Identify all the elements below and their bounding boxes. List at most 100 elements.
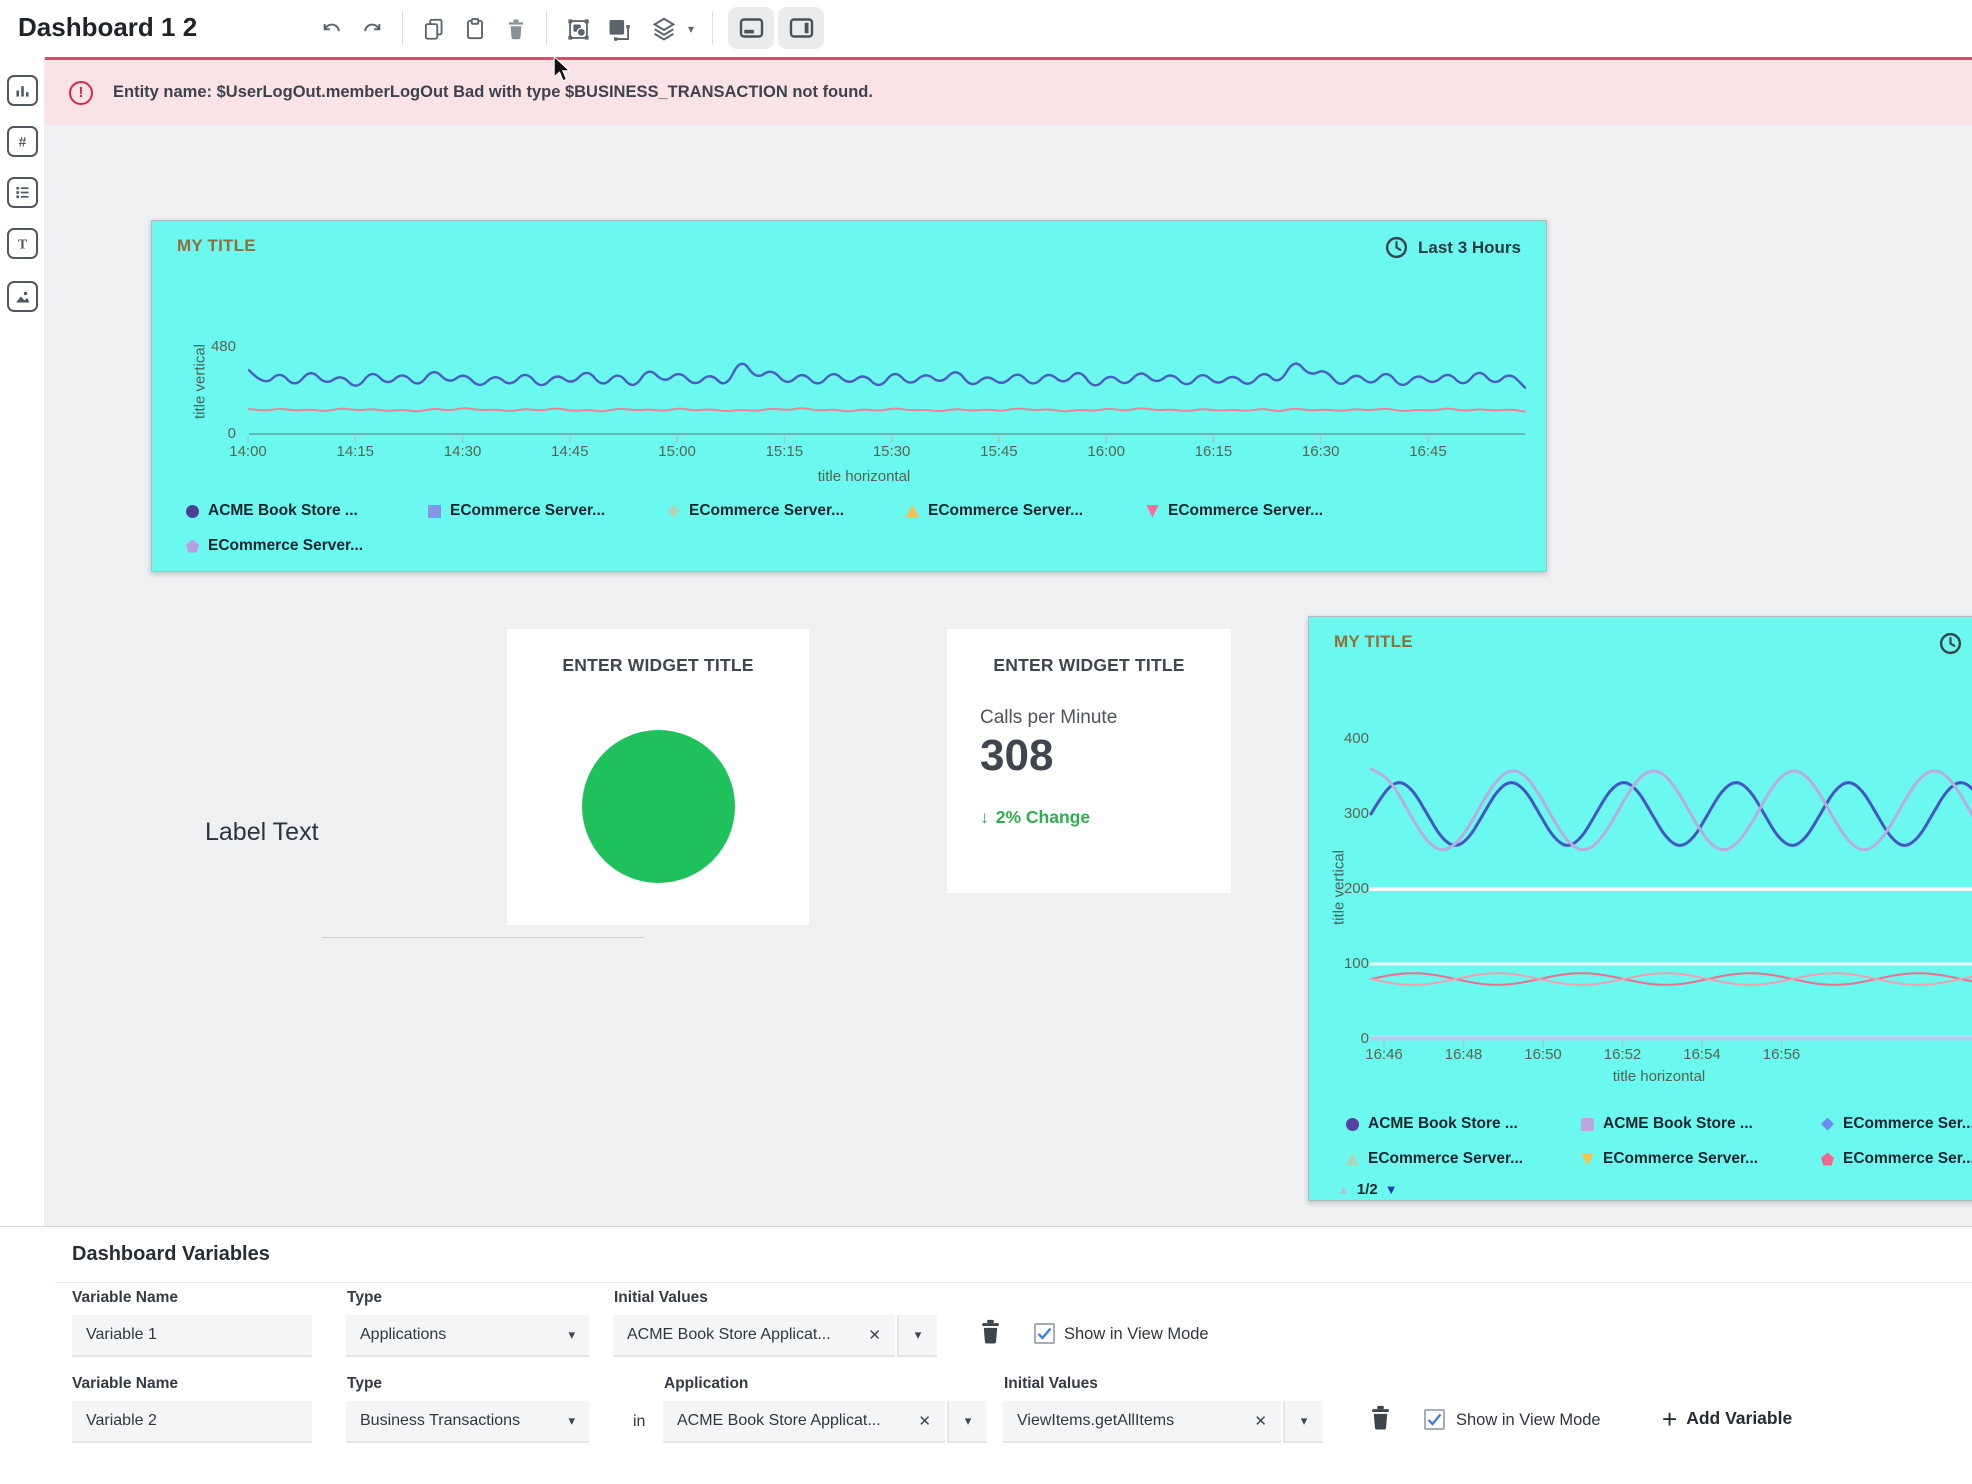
widget-boundary-line — [322, 937, 644, 938]
ungroup-button[interactable] — [602, 13, 634, 45]
metric-label: Calls per Minute — [980, 707, 1117, 729]
legend-item[interactable]: ECommerce Server... — [186, 537, 363, 555]
delete-variable-button[interactable] — [977, 1317, 1005, 1347]
legend-item[interactable]: ECommerce Ser... — [1821, 1115, 1972, 1133]
legend-label: ECommerce Ser... — [1843, 1150, 1972, 1168]
x-tick-label: 15:00 — [658, 443, 696, 460]
legend-item[interactable]: ACME Book Store ... — [1346, 1115, 1518, 1133]
add-chart-widget-button[interactable] — [7, 75, 38, 106]
group-button[interactable] — [562, 13, 594, 45]
undo-button[interactable] — [316, 13, 348, 45]
timeseries-chart — [152, 221, 1548, 573]
legend-item[interactable]: ECommerce Server... — [428, 502, 605, 520]
health-status-circle — [582, 730, 735, 883]
x-tick-label: 16:45 — [1409, 443, 1447, 460]
layers-menu-caret[interactable]: ▾ — [682, 13, 700, 45]
metric-value: 308 — [980, 731, 1053, 781]
show-in-view-mode-label: Show in View Mode — [1064, 1325, 1209, 1344]
mouse-cursor — [550, 56, 574, 82]
dashboard-variables-panel: Dashboard Variables Variable Name Variab… — [0, 1226, 1972, 1484]
label-widget[interactable]: Label Text — [205, 818, 319, 847]
bottom-panel-icon — [737, 15, 766, 41]
add-list-widget-button[interactable] — [7, 177, 38, 208]
y-tick-label: 200 — [1313, 880, 1369, 897]
health-widget[interactable]: ENTER WIDGET TITLE — [507, 629, 809, 925]
variable-name-input[interactable]: Variable 2 — [72, 1401, 312, 1443]
y-axis-title: title vertical — [192, 272, 209, 492]
remove-value-icon[interactable]: ✕ — [918, 1412, 931, 1430]
application-token[interactable]: ACME Book Store Applicat... ✕ — [663, 1401, 945, 1443]
legend-label: ECommerce Server... — [450, 502, 605, 520]
remove-value-icon[interactable]: ✕ — [868, 1326, 881, 1344]
paste-icon — [462, 16, 488, 42]
delete-variable-button[interactable] — [1367, 1403, 1395, 1433]
chevron-down-icon: ▾ — [915, 1327, 922, 1343]
add-image-widget-button[interactable] — [7, 281, 38, 312]
type-value: Business Transactions — [360, 1412, 568, 1430]
diamond-marker-icon — [1821, 1118, 1834, 1131]
right-panel-icon — [787, 15, 816, 41]
legend-item[interactable]: ECommerce Ser... — [1821, 1150, 1972, 1168]
legend-item[interactable]: ECommerce Server... — [1581, 1150, 1758, 1168]
add-variable-button[interactable]: + Add Variable — [1662, 1408, 1792, 1429]
legend-label: ECommerce Server... — [1168, 502, 1323, 520]
y-tick-label: 400 — [1313, 730, 1369, 747]
timeseries-widget-2[interactable]: MY TITLE title vertical title horizontal… — [1308, 616, 1972, 1201]
x-tick-label: 16:48 — [1445, 1046, 1483, 1063]
type-dropdown[interactable]: Business Transactions ▾ — [346, 1401, 589, 1443]
group-icon — [565, 16, 592, 43]
circle-marker-icon — [1346, 1118, 1359, 1131]
y-tick-label: 300 — [1313, 805, 1369, 822]
clock-icon — [1384, 235, 1409, 260]
copy-button[interactable] — [418, 13, 450, 45]
square-marker-icon — [1581, 1118, 1594, 1131]
initial-values-token[interactable]: ACME Book Store Applicat... ✕ — [613, 1315, 895, 1357]
metric-widget[interactable]: ENTER WIDGET TITLE Calls per Minute 308 … — [947, 629, 1231, 893]
time-range-label: Last 3 Hours — [1418, 238, 1521, 258]
legend-label: ECommerce Server... — [928, 502, 1083, 520]
initial-values-token[interactable]: ViewItems.getAllItems ✕ — [1003, 1401, 1281, 1443]
layers-button[interactable] — [648, 13, 680, 45]
show-in-view-mode-label: Show in View Mode — [1456, 1411, 1601, 1430]
copy-icon — [421, 16, 447, 42]
x-tick-label: 16:30 — [1302, 443, 1340, 460]
error-message: Entity name: $UserLogOut.memberLogOut Ba… — [113, 83, 873, 102]
type-dropdown[interactable]: Applications ▾ — [346, 1315, 589, 1357]
page-up-icon[interactable]: ▲ — [1337, 1182, 1350, 1197]
initial-value: ACME Book Store Applicat... — [627, 1326, 856, 1344]
legend-item[interactable]: ECommerce Server... — [667, 502, 844, 520]
x-tick-label: 14:00 — [229, 443, 267, 460]
legend-item[interactable]: ECommerce Server... — [906, 502, 1083, 520]
legend-item[interactable]: ECommerce Server... — [1346, 1150, 1523, 1168]
legend-item[interactable]: ECommerce Server... — [1146, 502, 1323, 520]
initial-value: ViewItems.getAllItems — [1017, 1412, 1242, 1430]
show-in-view-mode-checkbox[interactable] — [1424, 1409, 1445, 1430]
add-text-widget-button[interactable]: T — [7, 228, 38, 259]
time-range[interactable] — [1938, 631, 1963, 656]
legend-item[interactable]: ACME Book Store ... — [186, 502, 358, 520]
widget-title: MY TITLE — [1334, 632, 1413, 652]
text-icon: T — [13, 234, 32, 253]
bar-chart-icon — [13, 81, 32, 100]
remove-value-icon[interactable]: ✕ — [1254, 1412, 1267, 1430]
timeseries-widget-1[interactable]: MY TITLE Last 3 Hours title vertical tit… — [151, 220, 1547, 572]
initial-values-label: Initial Values — [614, 1289, 708, 1307]
plus-icon: + — [1662, 1410, 1677, 1428]
initial-values-caret[interactable]: ▾ — [1283, 1401, 1323, 1443]
delete-button[interactable] — [500, 13, 532, 45]
toggle-bottom-panel-button[interactable] — [728, 7, 774, 49]
svg-text:T: T — [18, 236, 27, 251]
paste-button[interactable] — [459, 13, 491, 45]
triangle-down-marker-icon — [1581, 1153, 1594, 1166]
initial-values-caret[interactable]: ▾ — [897, 1315, 937, 1357]
redo-button[interactable] — [356, 13, 388, 45]
time-range[interactable]: Last 3 Hours — [1384, 235, 1521, 260]
show-in-view-mode-checkbox[interactable] — [1034, 1323, 1055, 1344]
legend-item[interactable]: ACME Book Store ... — [1581, 1115, 1753, 1133]
legend-label: ECommerce Ser... — [1843, 1115, 1972, 1133]
toggle-right-panel-button[interactable] — [778, 7, 824, 49]
variable-name-input[interactable]: Variable 1 — [72, 1315, 312, 1357]
page-down-icon[interactable]: ▼ — [1385, 1182, 1398, 1197]
application-caret[interactable]: ▾ — [947, 1401, 987, 1443]
add-number-widget-button[interactable]: # — [7, 126, 38, 157]
